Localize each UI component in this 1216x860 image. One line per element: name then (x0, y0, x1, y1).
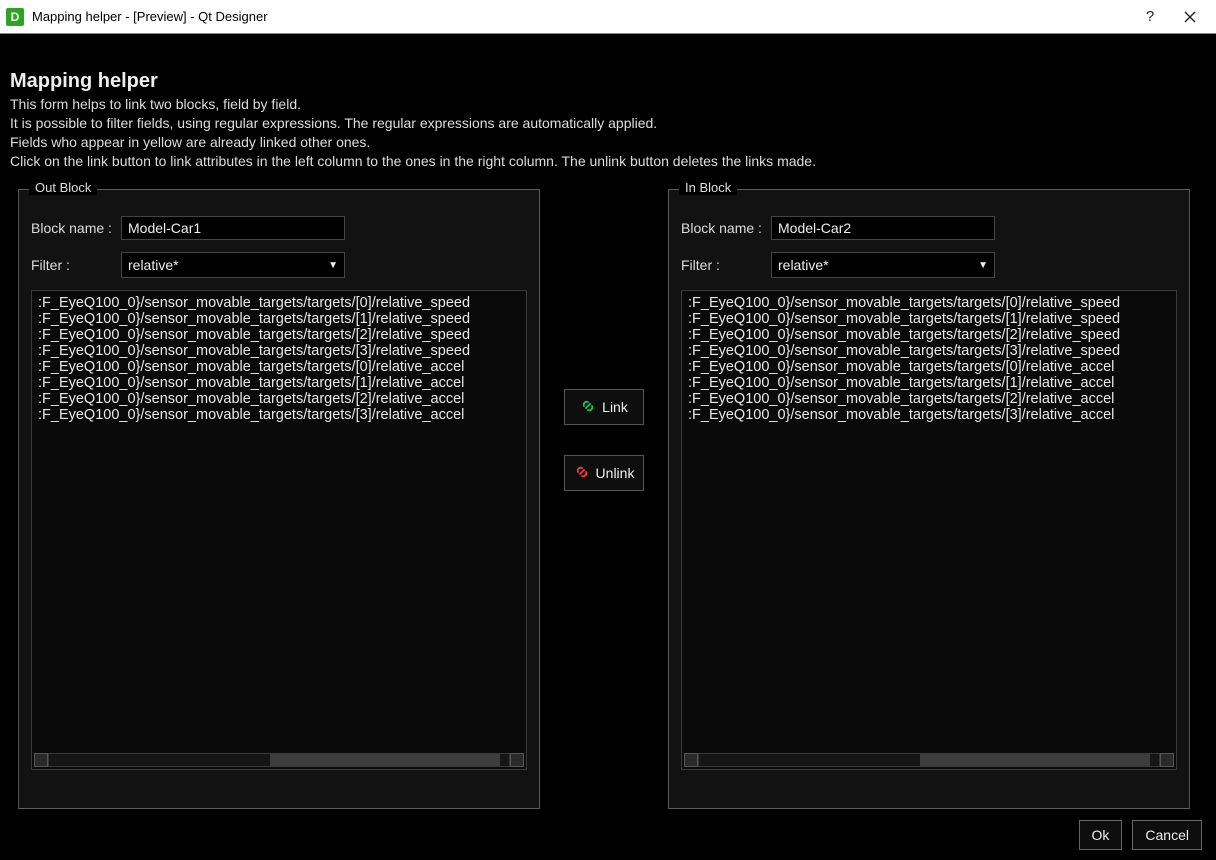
desc-line: This form helps to link two blocks, fiel… (10, 95, 1206, 114)
list-item[interactable]: :F_EyeQ100_0}/sensor_movable_targets/tar… (34, 327, 524, 343)
ok-button[interactable]: Ok (1079, 820, 1123, 850)
in-block-hscroll[interactable] (684, 753, 1174, 767)
out-block-name-label: Block name : (31, 220, 121, 236)
app-icon: D (6, 8, 24, 26)
chevron-down-icon: ▼ (978, 260, 988, 271)
list-item[interactable]: :F_EyeQ100_0}/sensor_movable_targets/tar… (34, 295, 524, 311)
scroll-right-button[interactable] (1160, 753, 1174, 767)
out-block-hscroll[interactable] (34, 753, 524, 767)
in-filter-label: Filter : (681, 257, 771, 273)
cancel-button[interactable]: Cancel (1132, 820, 1202, 850)
columns: Out Block Block name : Filter : relative… (10, 189, 1206, 809)
in-block-list[interactable]: :F_EyeQ100_0}/sensor_movable_targets/tar… (681, 290, 1177, 770)
list-item[interactable]: :F_EyeQ100_0}/sensor_movable_targets/tar… (34, 407, 524, 423)
list-item[interactable]: :F_EyeQ100_0}/sensor_movable_targets/tar… (684, 375, 1174, 391)
list-item[interactable]: :F_EyeQ100_0}/sensor_movable_targets/tar… (684, 343, 1174, 359)
in-filter-value: relative* (778, 257, 829, 273)
in-filter-select[interactable]: relative* ▼ (771, 252, 995, 278)
in-block-name-input[interactable] (771, 216, 995, 240)
list-item[interactable]: :F_EyeQ100_0}/sensor_movable_targets/tar… (34, 375, 524, 391)
out-filter-select[interactable]: relative* ▼ (121, 252, 345, 278)
close-button[interactable] (1170, 10, 1210, 24)
link-button[interactable]: Link (564, 389, 644, 425)
list-item[interactable]: :F_EyeQ100_0}/sensor_movable_targets/tar… (684, 359, 1174, 375)
help-button[interactable]: ? (1130, 8, 1170, 25)
close-icon (1183, 10, 1197, 24)
unlink-button-label: Unlink (596, 465, 635, 481)
link-buttons: Link Unlink (540, 189, 668, 491)
list-item[interactable]: :F_EyeQ100_0}/sensor_movable_targets/tar… (34, 311, 524, 327)
list-item[interactable]: :F_EyeQ100_0}/sensor_movable_targets/tar… (684, 327, 1174, 343)
out-block-list[interactable]: :F_EyeQ100_0}/sensor_movable_targets/tar… (31, 290, 527, 770)
scroll-left-button[interactable] (684, 753, 698, 767)
list-item[interactable]: :F_EyeQ100_0}/sensor_movable_targets/tar… (684, 295, 1174, 311)
desc-line: Click on the link button to link attribu… (10, 152, 1206, 171)
list-item[interactable]: :F_EyeQ100_0}/sensor_movable_targets/tar… (684, 391, 1174, 407)
in-block-group: In Block Block name : Filter : relative*… (668, 189, 1190, 809)
out-block-name-input[interactable] (121, 216, 345, 240)
scroll-right-button[interactable] (510, 753, 524, 767)
in-block-legend: In Block (679, 180, 737, 195)
in-block-name-label: Block name : (681, 220, 771, 236)
link-icon (580, 398, 596, 417)
dialog-footer: Ok Cancel (1079, 820, 1202, 850)
page-title: Mapping helper (10, 70, 1206, 93)
scroll-left-button[interactable] (34, 753, 48, 767)
out-filter-value: relative* (128, 257, 179, 273)
desc-line: It is possible to filter fields, using r… (10, 114, 1206, 133)
out-block-group: Out Block Block name : Filter : relative… (18, 189, 540, 809)
desc-line: Fields who appear in yellow are already … (10, 133, 1206, 152)
list-item[interactable]: :F_EyeQ100_0}/sensor_movable_targets/tar… (34, 359, 524, 375)
titlebar: D Mapping helper - [Preview] - Qt Design… (0, 0, 1216, 34)
content: Mapping helper This form helps to link t… (0, 34, 1216, 821)
list-item[interactable]: :F_EyeQ100_0}/sensor_movable_targets/tar… (34, 391, 524, 407)
out-filter-label: Filter : (31, 257, 121, 273)
list-item[interactable]: :F_EyeQ100_0}/sensor_movable_targets/tar… (684, 311, 1174, 327)
unlink-icon (574, 464, 590, 483)
window-title: Mapping helper - [Preview] - Qt Designer (32, 9, 1130, 24)
list-item[interactable]: :F_EyeQ100_0}/sensor_movable_targets/tar… (34, 343, 524, 359)
link-button-label: Link (602, 399, 628, 415)
unlink-button[interactable]: Unlink (564, 455, 644, 491)
page-description: This form helps to link two blocks, fiel… (10, 95, 1206, 171)
out-block-legend: Out Block (29, 180, 97, 195)
list-item[interactable]: :F_EyeQ100_0}/sensor_movable_targets/tar… (684, 407, 1174, 423)
chevron-down-icon: ▼ (328, 260, 338, 271)
